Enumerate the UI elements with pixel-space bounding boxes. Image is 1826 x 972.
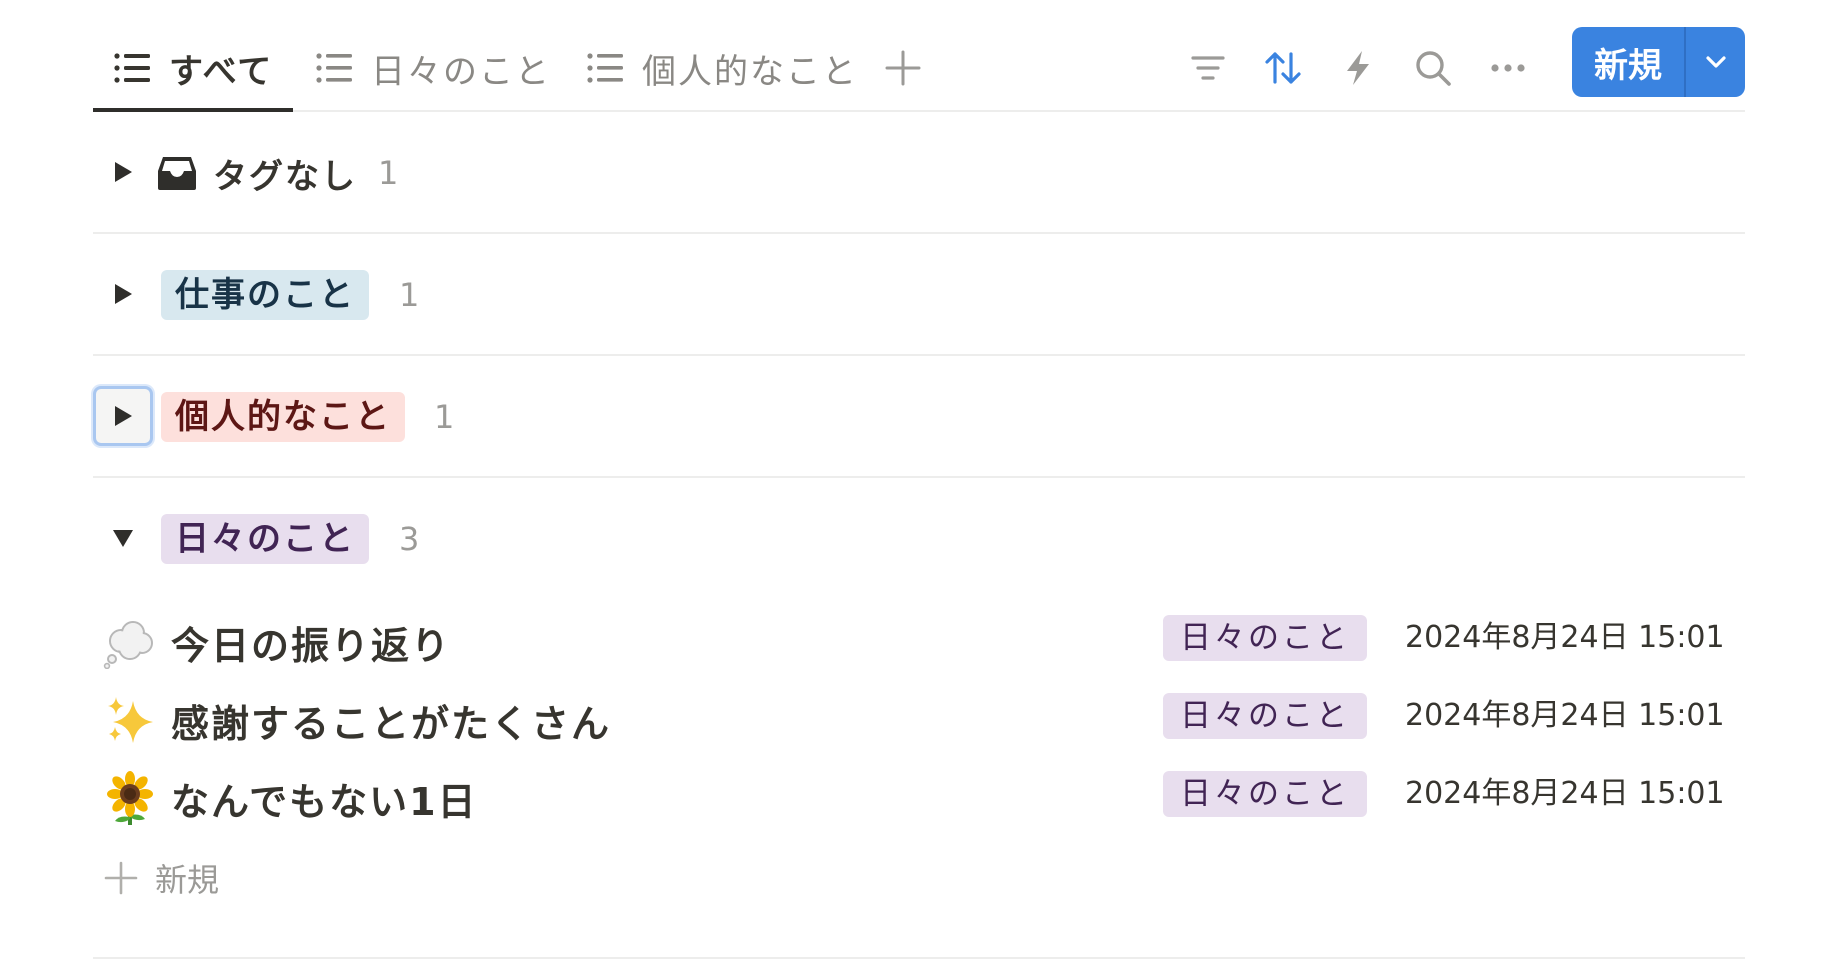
database-view: すべて 日々のこと 個人的なこと 新規 タグなし 1 仕事のこと 1 個人的なこ… xyxy=(0,0,1826,972)
tab-label: 日々のこと xyxy=(371,51,551,92)
thought-cloud-icon xyxy=(103,621,153,669)
group-label: 個人的なこと xyxy=(161,356,405,478)
group-count: 1 xyxy=(434,398,455,436)
group-count: 1 xyxy=(399,276,420,314)
automation-icon[interactable] xyxy=(1338,48,1378,88)
list-item[interactable]: 感謝することがたくさん 日々のこと 2024年8月24日 15:01 xyxy=(93,683,1745,757)
tab-all[interactable]: すべて xyxy=(93,26,293,112)
group-count: 3 xyxy=(399,520,420,558)
tab-label: すべて xyxy=(169,51,274,92)
search-icon[interactable] xyxy=(1413,48,1453,88)
item-title: なんでもない1日 xyxy=(171,779,478,824)
group-label: 日々のこと xyxy=(161,478,369,600)
group-toggle[interactable] xyxy=(93,264,153,324)
filter-icon[interactable] xyxy=(1188,48,1228,88)
item-date: 2024年8月24日 15:01 xyxy=(1405,698,1725,733)
group-toggle[interactable] xyxy=(93,386,153,446)
triangle-right-icon xyxy=(115,406,132,426)
group-label: 仕事のこと xyxy=(161,234,369,356)
triangle-down-icon xyxy=(113,530,133,547)
view-tab-bar: すべて 日々のこと 個人的なこと 新規 xyxy=(93,26,1745,112)
tab-personal[interactable]: 個人的なこと xyxy=(586,26,858,110)
group-work: 仕事のこと 1 xyxy=(93,234,1745,356)
sort-icon[interactable] xyxy=(1263,48,1303,88)
new-button-group: 新規 xyxy=(1572,27,1745,97)
group-count: 1 xyxy=(378,154,399,192)
item-date: 2024年8月24日 15:01 xyxy=(1405,776,1725,811)
more-icon[interactable] xyxy=(1488,48,1528,88)
chevron-down-icon xyxy=(1705,56,1726,68)
add-new-item-row[interactable]: 新規 xyxy=(93,848,219,908)
new-options-button[interactable] xyxy=(1686,27,1745,97)
add-view-icon[interactable] xyxy=(883,48,923,88)
group-daily: 日々のこと 3 xyxy=(93,478,1745,590)
group-no-tag: タグなし 1 xyxy=(93,112,1745,234)
item-tag: 日々のこと xyxy=(1163,771,1367,817)
item-tag: 日々のこと xyxy=(1163,693,1367,739)
plus-icon xyxy=(104,861,138,895)
item-tag: 日々のこと xyxy=(1163,615,1367,661)
list-icon xyxy=(587,53,623,83)
group-toggle[interactable] xyxy=(93,142,153,202)
list-item[interactable]: なんでもない1日 日々のこと 2024年8月24日 15:01 xyxy=(93,761,1745,835)
new-button[interactable]: 新規 xyxy=(1572,27,1684,97)
sunflower-icon xyxy=(107,771,153,825)
list-item[interactable]: 今日の振り返り 日々のこと 2024年8月24日 15:01 xyxy=(93,605,1745,679)
list-icon xyxy=(316,53,352,83)
tag-pill: 仕事のこと xyxy=(161,270,369,320)
item-title: 今日の振り返り xyxy=(171,623,452,668)
item-date: 2024年8月24日 15:01 xyxy=(1405,620,1725,655)
tag-pill: 日々のこと xyxy=(161,514,369,564)
tab-daily[interactable]: 日々のこと xyxy=(315,26,551,110)
divider xyxy=(93,957,1745,959)
tag-pill: 個人的なこと xyxy=(161,392,405,442)
group-title: タグなし xyxy=(213,156,357,197)
triangle-right-icon xyxy=(115,284,132,304)
sparkles-icon xyxy=(108,697,153,743)
group-label: タグなし xyxy=(157,112,357,234)
new-item-label: 新規 xyxy=(155,861,220,899)
triangle-right-icon xyxy=(115,162,132,182)
list-icon xyxy=(114,53,150,83)
item-title: 感謝することがたくさん xyxy=(171,701,612,746)
group-personal: 個人的なこと 1 xyxy=(93,356,1745,478)
inbox-icon xyxy=(158,157,196,190)
group-toggle[interactable] xyxy=(93,508,153,568)
tab-label: 個人的なこと xyxy=(642,51,858,92)
